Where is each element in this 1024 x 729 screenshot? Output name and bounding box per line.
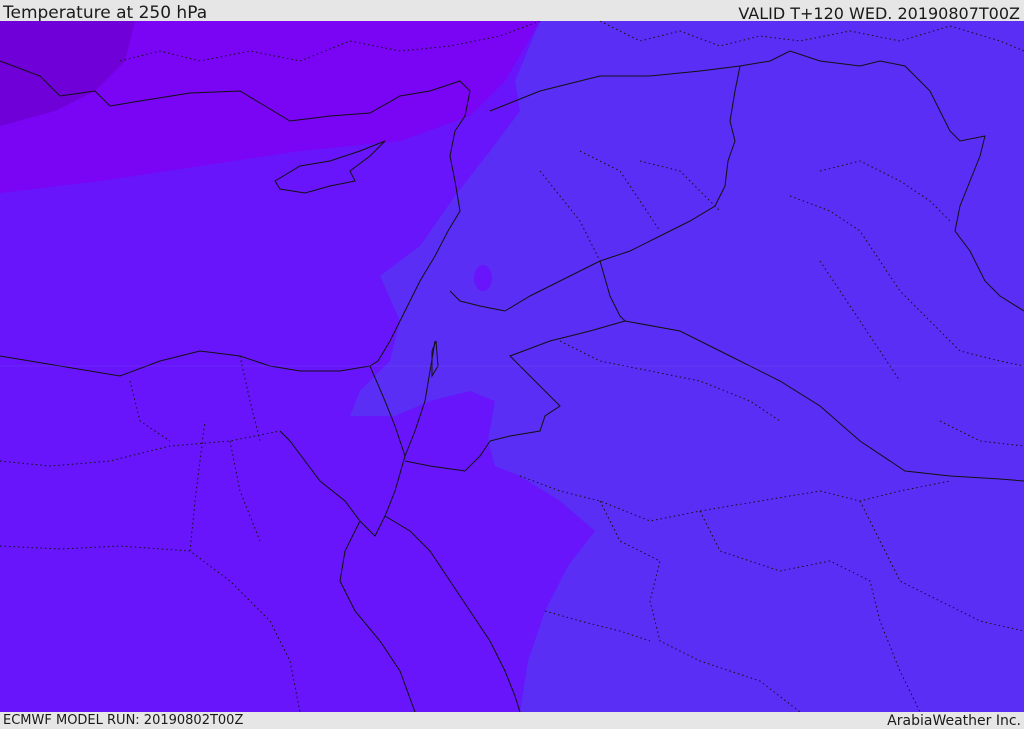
- temperature-map: [0, 21, 1024, 712]
- map-title: Temperature at 250 hPa: [3, 3, 208, 23]
- map-header: Temperature at 250 hPa VALID T+120 WED. …: [0, 0, 1024, 23]
- map-window: Temperature at 250 hPa VALID T+120 WED. …: [0, 0, 1024, 729]
- map-area: [0, 21, 1024, 712]
- temperature-cell: [474, 265, 492, 291]
- map-footer: ECMWF MODEL RUN: 20190802T00Z ArabiaWeat…: [0, 712, 1024, 729]
- model-run-label: ECMWF MODEL RUN: 20190802T00Z: [3, 713, 244, 728]
- credit-label: ArabiaWeather Inc.: [887, 713, 1021, 729]
